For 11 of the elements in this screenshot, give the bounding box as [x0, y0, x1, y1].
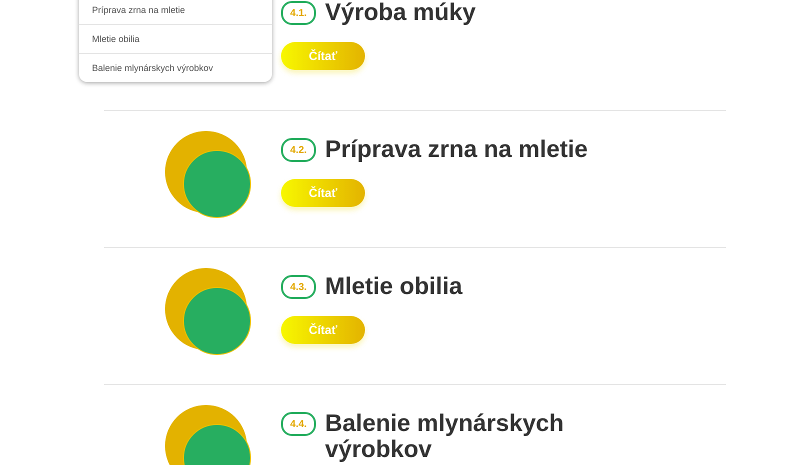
chapter-number: 4.1. [281, 1, 316, 25]
chapter-title: Výroba múky [325, 0, 476, 26]
chapter-number: 4.3. [281, 275, 316, 299]
chapter-number: 4.4. [281, 412, 316, 436]
chapter-number: 4.2. [281, 138, 316, 162]
chapter-title: Príprava zrna na mletie [325, 137, 588, 163]
chapter-title: Balenie mlynárskych výrobkov [325, 411, 565, 463]
menu-item[interactable]: Príprava zrna na mletie [79, 0, 272, 24]
menu-item[interactable]: Balenie mlynárskych výrobkov [79, 53, 272, 82]
chapter-title: Mletie obilia [325, 274, 462, 300]
menu-item[interactable]: Mletie obilia [79, 24, 272, 53]
